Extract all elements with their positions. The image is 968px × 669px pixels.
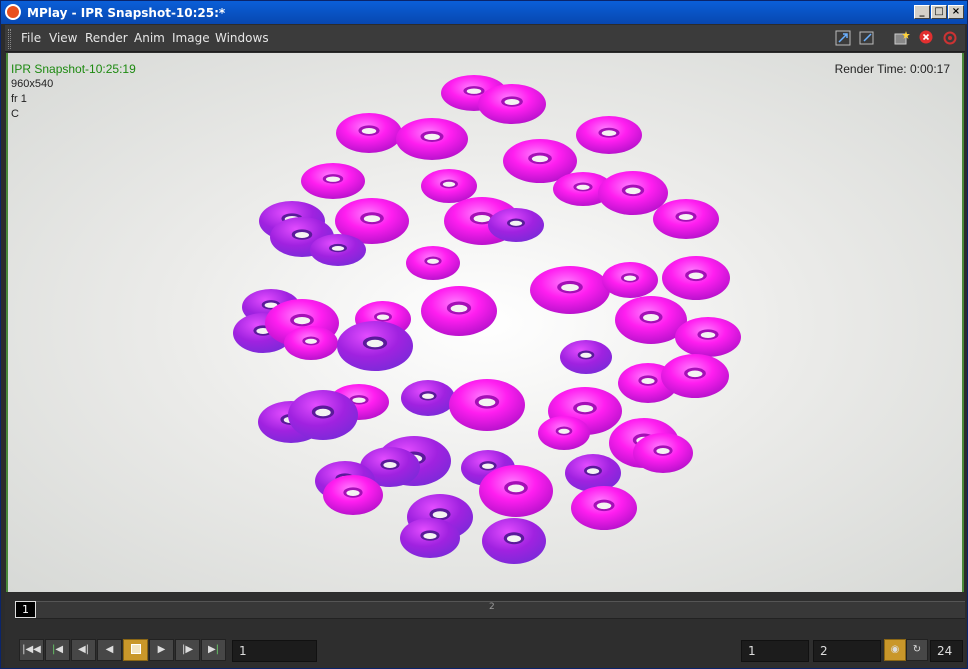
fit-view-icon[interactable] <box>835 30 851 46</box>
loop-mode-icon[interactable]: ↻ <box>906 639 928 661</box>
menu-windows[interactable]: Windows <box>215 31 269 45</box>
torus-shape <box>488 208 544 242</box>
disconnect-render-icon[interactable] <box>942 30 958 46</box>
realtime-toggle-icon[interactable]: ◉ <box>884 639 906 661</box>
torus-shape <box>401 380 455 416</box>
torus-shape <box>482 518 546 564</box>
torus-shape <box>479 465 553 517</box>
stop-button[interactable] <box>123 639 148 661</box>
torus-shape <box>602 262 658 298</box>
snapshot-name-label: IPR Snapshot-10:25:19 <box>11 62 136 76</box>
timeline-bar[interactable]: 1 2 <box>5 593 965 635</box>
torus-shape <box>449 379 525 431</box>
torus-shape <box>538 416 590 450</box>
menu-render[interactable]: Render <box>85 31 128 45</box>
torus-shape <box>598 171 668 215</box>
current-frame-marker[interactable]: 1 <box>15 601 36 618</box>
resolution-label: 960x540 <box>11 78 54 90</box>
fps-field[interactable]: 24 <box>930 640 963 662</box>
torus-shape <box>323 475 383 515</box>
current-frame-field[interactable]: 1 <box>232 640 317 662</box>
torus-shape <box>675 317 741 357</box>
image-viewport[interactable]: IPR Snapshot-10:25:19 960x540 fr 1 C Ren… <box>6 53 964 592</box>
torus-shape <box>336 113 402 153</box>
step-back-button[interactable]: ◀| <box>71 639 96 661</box>
torus-shape <box>576 116 642 154</box>
close-button[interactable]: × <box>948 5 964 19</box>
torus-shape <box>337 321 413 371</box>
range-start-field[interactable]: 1 <box>741 640 809 662</box>
torus-shape <box>662 256 730 300</box>
torus-shape <box>633 433 693 473</box>
torus-shape <box>560 340 612 374</box>
frame-label: fr 1 <box>11 93 27 105</box>
torus-shape <box>571 486 637 530</box>
menu-file[interactable]: File <box>21 31 41 45</box>
toolbar-grip[interactable] <box>8 29 11 49</box>
zoom-region-icon[interactable] <box>859 30 875 46</box>
play-reverse-button[interactable]: ◀ <box>97 639 122 661</box>
window-title: MPlay - IPR Snapshot-10:25:* <box>27 6 226 20</box>
title-bar: MPlay - IPR Snapshot-10:25:* _ □ × <box>1 1 967 24</box>
torus-shape <box>478 84 546 124</box>
menu-view[interactable]: View <box>49 31 77 45</box>
menu-image[interactable]: Image <box>172 31 210 45</box>
go-to-end-button[interactable]: ▶| <box>201 639 226 661</box>
torus-shape <box>396 118 468 160</box>
step-back-key-button[interactable]: |◀ <box>45 639 70 661</box>
snapshot-star-icon[interactable] <box>894 30 910 46</box>
torus-shape <box>301 163 365 199</box>
range-end-field[interactable]: 2 <box>813 640 881 662</box>
houdini-logo-icon <box>5 4 21 20</box>
stop-render-icon[interactable] <box>919 30 935 46</box>
torus-shape <box>310 234 366 266</box>
channel-label: C <box>11 108 19 120</box>
torus-shape <box>288 390 358 440</box>
torus-shape <box>421 286 497 336</box>
torus-shape <box>565 454 621 492</box>
playback-controls: |◀◀ |◀ ◀| ◀ ▶ |▶ ▶| 1 1 2 ◉ ↻ 24 <box>5 635 965 668</box>
torus-shape <box>661 354 729 398</box>
torus-shape <box>406 246 460 280</box>
minimize-button[interactable]: _ <box>914 5 930 19</box>
torus-shape <box>284 326 338 360</box>
play-forward-button[interactable]: ▶ <box>149 639 174 661</box>
menu-bar: File View Render Anim Image Windows <box>5 25 965 52</box>
mplay-window: MPlay - IPR Snapshot-10:25:* _ □ × File … <box>0 0 968 669</box>
torus-shape <box>421 169 477 203</box>
menu-anim[interactable]: Anim <box>134 31 165 45</box>
go-to-start-button[interactable]: |◀◀ <box>19 639 44 661</box>
torus-shape <box>653 199 719 239</box>
rendered-torus-image <box>233 75 741 564</box>
torus-shape <box>530 266 610 314</box>
timeline-tick-label: 2 <box>489 602 495 612</box>
torus-shape <box>400 518 460 558</box>
step-forward-button[interactable]: |▶ <box>175 639 200 661</box>
render-time-label: Render Time: 0:00:17 <box>834 62 950 76</box>
maximize-button[interactable]: □ <box>931 5 947 19</box>
